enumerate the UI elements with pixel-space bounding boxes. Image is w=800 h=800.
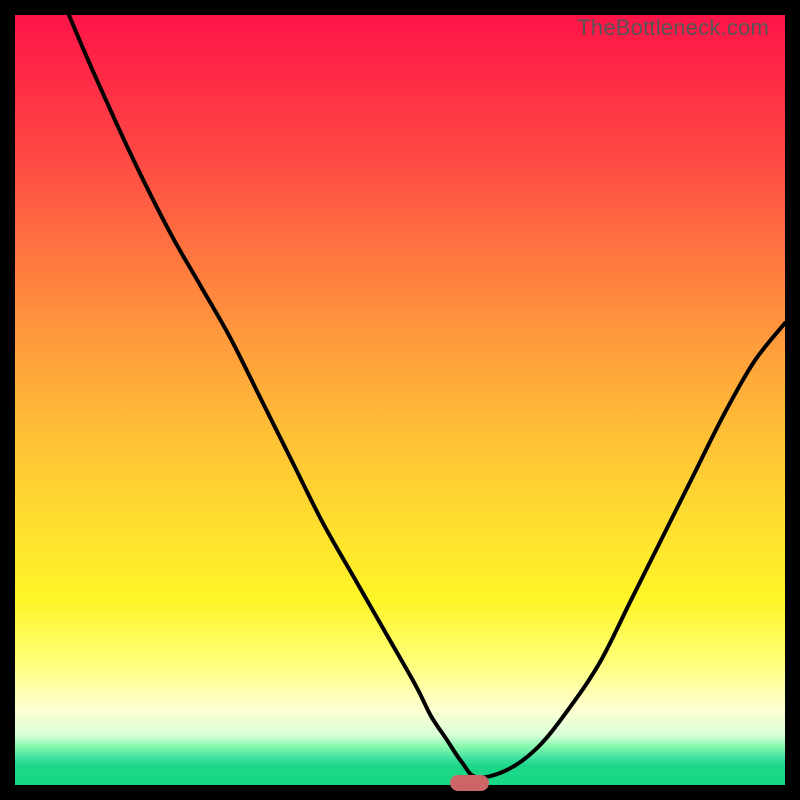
optimal-marker <box>450 775 489 790</box>
chart-frame: TheBottleneck.com <box>0 0 800 800</box>
bottleneck-curve-path <box>69 15 785 778</box>
plot-area: TheBottleneck.com <box>15 15 785 785</box>
curve-svg <box>15 15 785 785</box>
